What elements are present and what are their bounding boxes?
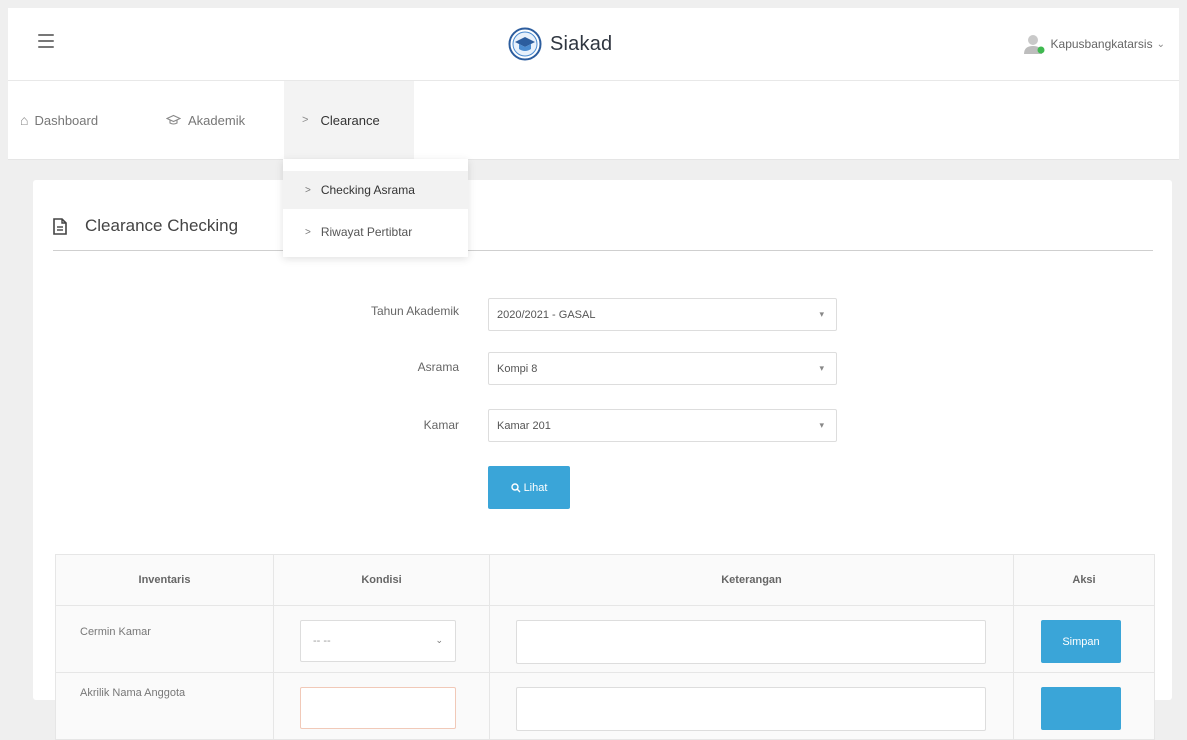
nav-item-akademik[interactable]: Akademik: [166, 81, 245, 159]
column-header-keterangan: Keterangan: [490, 555, 1014, 605]
simpan-button[interactable]: [1041, 687, 1121, 730]
select-value: Kamar 201: [497, 419, 551, 432]
divider: [53, 250, 1153, 251]
select-value: 2020/2021 - GASAL: [497, 308, 596, 321]
kamar-select[interactable]: Kamar 201 ▾: [488, 409, 837, 442]
chevron-right-icon: >: [302, 114, 309, 126]
nav-item-label: Akademik: [188, 112, 246, 128]
kondisi-select[interactable]: [300, 687, 456, 729]
search-icon: [510, 482, 521, 492]
chevron-down-icon: ⌄: [435, 635, 443, 645]
caret-down-icon: ▾: [819, 309, 824, 319]
select-value: -- --: [313, 635, 331, 647]
keterangan-cell: [490, 673, 1014, 739]
keterangan-input[interactable]: [516, 620, 986, 664]
page-title: Clearance Checking: [85, 216, 239, 235]
select-value: Kompi 8: [497, 362, 538, 375]
column-header-inventaris: Inventaris: [56, 555, 274, 605]
chevron-right-icon: >: [305, 184, 311, 196]
document-icon: [53, 217, 67, 235]
table-row: Akrilik Nama Anggota: [56, 673, 1154, 740]
aksi-cell: Simpan: [1014, 606, 1154, 672]
hamburger-icon[interactable]: [38, 34, 54, 48]
home-icon: ⌂: [20, 112, 29, 128]
column-header-kondisi: Kondisi: [274, 555, 490, 605]
table-header: Inventaris Kondisi Keterangan Aksi: [56, 555, 1154, 606]
menu-item-checking-asrama[interactable]: > Checking Asrama: [283, 171, 468, 209]
user-avatar-icon: [1023, 35, 1045, 54]
simpan-button[interactable]: Simpan: [1041, 620, 1121, 663]
graduation-cap-icon: [166, 114, 181, 125]
chevron-down-icon: ⌄: [1156, 38, 1165, 50]
kamar-label: Kamar: [423, 418, 459, 432]
top-header: Siakad Kapusbangkatarsis ⌄: [8, 8, 1179, 81]
inventaris-cell: Akrilik Nama Anggota: [56, 673, 274, 739]
chevron-right-icon: >: [305, 226, 311, 238]
keterangan-input[interactable]: [516, 687, 986, 731]
nav-item-label: Clearance: [320, 112, 380, 128]
card-header: Clearance Checking: [53, 216, 238, 236]
keterangan-cell: [490, 606, 1014, 672]
user-name: Kapusbangkatarsis: [1050, 37, 1153, 51]
lihat-button[interactable]: Lihat: [488, 466, 570, 509]
asrama-select[interactable]: Kompi 8 ▾: [488, 352, 837, 385]
kondisi-cell: [274, 673, 490, 739]
graduation-cap-logo: [508, 27, 542, 61]
main-nav: ⌂ Dashboard Akademik > Clearance: [8, 81, 1179, 160]
menu-item-label: Checking Asrama: [320, 183, 415, 197]
content-card: Clearance Checking Tahun Akademik 2020/2…: [33, 180, 1172, 740]
column-header-aksi: Aksi: [1072, 574, 1096, 586]
aksi-cell: [1014, 673, 1154, 739]
nav-item-clearance[interactable]: > Clearance: [284, 81, 414, 159]
clearance-dropdown-menu: > Checking Asrama > Riwayat Pertibtar: [283, 159, 468, 257]
button-label: Lihat: [523, 481, 548, 494]
menu-item-label: Riwayat Pertibtar: [320, 225, 413, 239]
inventaris-table: Inventaris Kondisi Keterangan Aksi Cermi…: [55, 554, 1155, 740]
nav-item-dashboard[interactable]: ⌂ Dashboard: [20, 81, 98, 159]
tahun-akademik-select[interactable]: 2020/2021 - GASAL ▾: [488, 298, 837, 331]
table-row: Cermin Kamar -- -- ⌄ Simpan: [56, 606, 1154, 673]
brand-name: Siakad: [550, 32, 613, 55]
nav-item-label: Dashboard: [34, 112, 99, 128]
brand[interactable]: Siakad: [508, 24, 612, 64]
asrama-label: Asrama: [417, 360, 459, 374]
tahun-akademik-label: Tahun Akademik: [370, 304, 459, 318]
menu-item-riwayat-pertibtar[interactable]: > Riwayat Pertibtar: [283, 213, 468, 251]
caret-down-icon: ▾: [819, 420, 824, 430]
caret-down-icon: ▾: [819, 363, 824, 373]
kondisi-cell: -- -- ⌄: [274, 606, 490, 672]
user-menu[interactable]: Kapusbangkatarsis ⌄: [1023, 30, 1165, 58]
inventaris-cell: Cermin Kamar: [56, 606, 274, 672]
kondisi-select[interactable]: -- -- ⌄: [300, 620, 456, 662]
